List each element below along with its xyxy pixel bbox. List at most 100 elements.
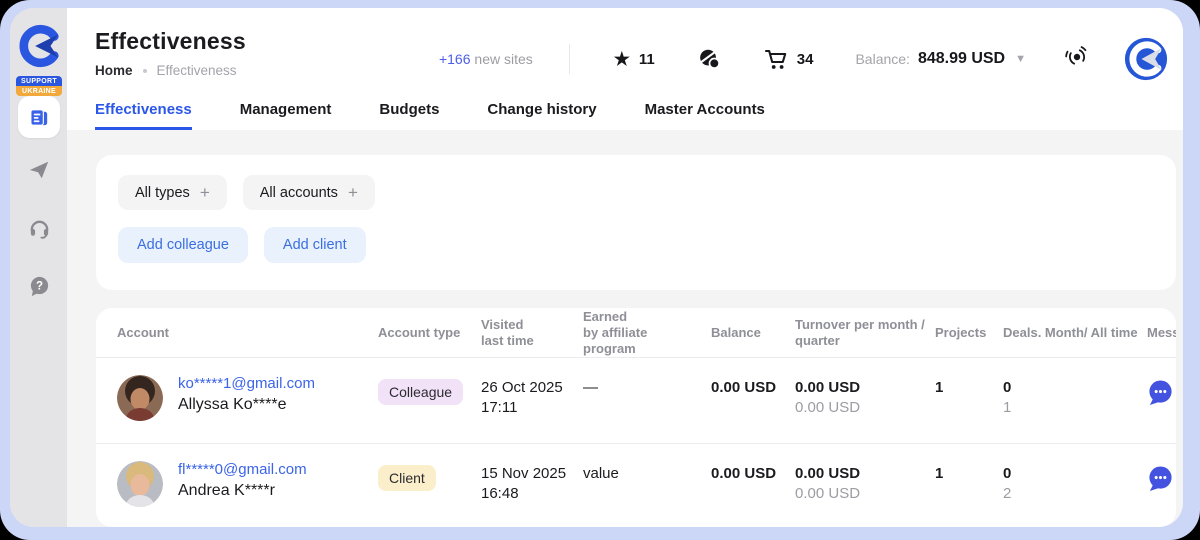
header-stats: +166 new sites ★ 11 [439,36,1168,82]
message-bubble-icon[interactable] [1147,465,1174,492]
account-email[interactable]: ko*****1@gmail.com [178,375,315,392]
avatar [117,375,163,421]
add-client-button[interactable]: Add client [264,227,366,263]
title-block: Effectiveness Home Effectiveness [95,28,246,78]
notification-bell-icon [1064,44,1090,70]
sidebar-item-telegram[interactable] [27,158,51,182]
breadcrumb-home[interactable]: Home [95,63,133,78]
content: All types + All accounts + Add colleague… [67,130,1183,527]
headphones-icon [28,217,51,240]
account-name: Andrea K****r [178,482,307,500]
table-row: fl*****0@gmail.com Andrea K****r Client … [96,443,1176,527]
table-header-row: Account Account type Visitedlast time Ea… [96,308,1176,358]
chats-stat[interactable] [697,47,722,72]
turnover-month: 0.00 USD [795,379,927,396]
question-bubble-icon: ? [28,275,51,298]
cart-stat[interactable]: 34 [764,47,814,71]
sidebar: SUPPORT UKRAINE [10,8,67,527]
projects-cell: 1 [935,358,1003,443]
turnover-quarter: 0.00 USD [795,485,927,502]
sidebar-logo[interactable]: SUPPORT UKRAINE [16,23,62,96]
visited-cell: 26 Oct 2025 17:11 [481,358,583,443]
svg-text:?: ? [35,280,42,292]
tab-master-accounts[interactable]: Master Accounts [645,101,765,130]
col-deals: Deals. Month/ All time [1003,325,1147,341]
deals-cell: 0 2 [1003,444,1147,527]
breadcrumb: Home Effectiveness [95,63,246,78]
tab-management[interactable]: Management [240,101,332,130]
filter-all-types-label: All types [135,185,190,201]
col-account: Account [117,325,378,341]
header-divider [569,44,570,74]
add-colleague-button[interactable]: Add colleague [118,227,248,263]
account-type-cell: Client [378,444,481,527]
sidebar-item-support[interactable] [27,216,51,240]
col-earned: Earnedby affiliate program [583,309,711,357]
cart-count: 34 [797,51,814,68]
turnover-quarter: 0.00 USD [795,399,927,416]
filter-all-accounts-label: All accounts [260,185,338,201]
deals-all-time: 2 [1003,485,1139,502]
col-balance: Balance [711,325,795,341]
cart-icon [764,47,788,71]
breadcrumb-separator [143,69,147,73]
message-bubble-icon[interactable] [1147,379,1174,406]
avatar [117,461,163,507]
col-projects: Projects [935,325,1003,341]
avatar-photo-icon [117,375,163,421]
sidebar-item-reports[interactable] [18,96,60,138]
tab-budgets[interactable]: Budgets [379,101,439,130]
visited-time: 17:11 [481,399,575,416]
app-window: SUPPORT UKRAINE [10,8,1183,527]
visited-date: 15 Nov 2025 [481,465,575,482]
header: Effectiveness Home Effectiveness +166 ne… [67,8,1183,130]
account-email[interactable]: fl*****0@gmail.com [178,461,307,478]
turnover-cell: 0.00 USD 0.00 USD [795,358,935,443]
earned-cell: — [583,358,711,443]
type-badge: Client [378,465,436,491]
type-badge: Colleague [378,379,463,405]
balance-label: Balance: [855,51,909,67]
account-identity: ko*****1@gmail.com Allyssa Ko****e [178,375,315,443]
filter-all-types[interactable]: All types + [118,175,227,210]
col-visited: Visitedlast time [481,317,583,349]
filter-all-accounts[interactable]: All accounts + [243,175,375,210]
messages-cell [1147,444,1176,527]
balance-widget[interactable]: Balance: 848.99 USD ▼ [855,50,1026,68]
visited-date: 26 Oct 2025 [481,379,575,396]
turnover-month: 0.00 USD [795,465,927,482]
tab-bar: Effectiveness Management Budgets Change … [95,101,765,130]
account-name: Allyssa Ko****e [178,396,315,414]
sidebar-item-help[interactable]: ? [27,274,51,298]
plus-icon: + [200,184,210,201]
new-sites-label: new sites [474,51,532,67]
account-avatar-logo[interactable] [1124,37,1168,81]
turnover-cell: 0.00 USD 0.00 USD [795,444,935,527]
deals-all-time: 1 [1003,399,1139,416]
deals-month: 0 [1003,465,1139,482]
filter-card: All types + All accounts + Add colleague… [96,155,1176,290]
notifications-button[interactable] [1064,44,1090,75]
chat-icon [697,47,722,72]
visited-cell: 15 Nov 2025 16:48 [481,444,583,527]
account-type-cell: Colleague [378,358,481,443]
visited-time: 16:48 [481,485,575,502]
account-identity: fl*****0@gmail.com Andrea K****r [178,461,307,527]
brand-logo-round-icon [1124,37,1168,81]
page-title: Effectiveness [95,28,246,55]
breadcrumb-current: Effectiveness [157,63,237,78]
accounts-table: Account Account type Visitedlast time Ea… [96,308,1176,527]
table-row: ko*****1@gmail.com Allyssa Ko****e Colle… [96,358,1176,443]
paper-plane-icon [28,159,50,181]
tab-change-history[interactable]: Change history [487,101,596,130]
support-ukraine-badge: SUPPORT UKRAINE [16,76,62,96]
filter-row: All types + All accounts + [118,175,1154,210]
account-cell: ko*****1@gmail.com Allyssa Ko****e [117,358,378,443]
star-icon: ★ [614,50,630,68]
accounts-table-card: Account Account type Visitedlast time Ea… [96,308,1176,527]
favorites-stat[interactable]: ★ 11 [614,50,655,68]
page-frame: SUPPORT UKRAINE [0,0,1200,540]
projects-cell: 1 [935,444,1003,527]
new-sites[interactable]: +166 new sites [439,51,533,67]
tab-effectiveness[interactable]: Effectiveness [95,101,192,130]
